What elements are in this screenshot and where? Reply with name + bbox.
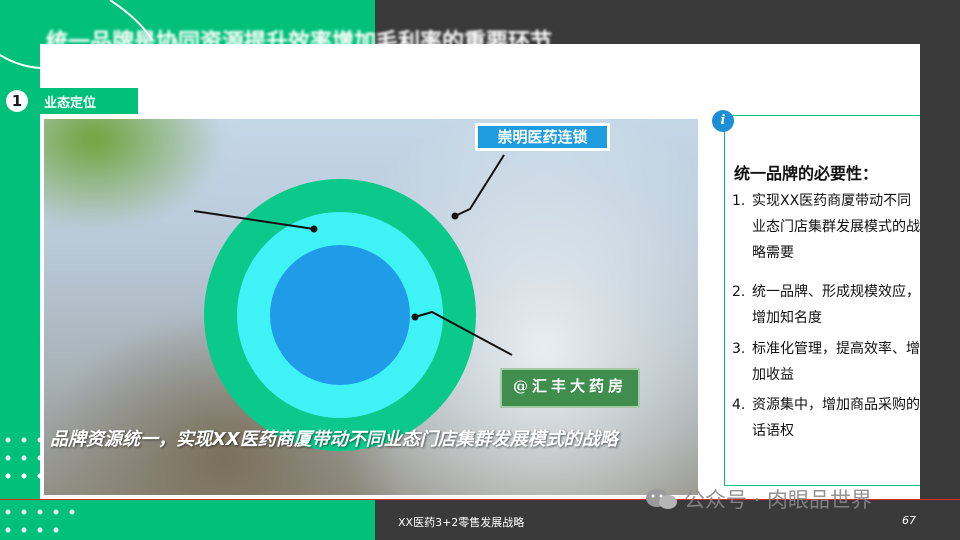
footer-text: XX医药3+2零售发展战略 xyxy=(398,516,525,529)
footer-dots xyxy=(5,509,75,533)
info-item-number: 2. xyxy=(732,284,746,300)
info-item-number: 3. xyxy=(732,341,746,357)
info-icon: i xyxy=(712,110,734,132)
info-list-item: 2. 统一品牌、形成规模效应，增加知名度 xyxy=(732,279,920,331)
info-item-number: 4. xyxy=(732,397,746,413)
info-item-text: 资源集中，增加商品采购的话语权 xyxy=(752,397,920,439)
brand-tag: 崇明医药连锁 xyxy=(475,123,610,151)
info-item-text: 标准化管理，提高效率、增加收益 xyxy=(752,341,920,383)
section-number: 1 xyxy=(6,90,28,112)
page-number: 67 xyxy=(902,514,916,527)
section-label: 业态定位 xyxy=(44,96,97,111)
frame-right-dark xyxy=(920,0,960,500)
info-title: 统一品牌的必要性： xyxy=(734,164,879,183)
pointer-dot-bottom xyxy=(411,313,419,321)
pointer-line-top xyxy=(454,154,505,217)
pointer-dot-left xyxy=(310,225,318,233)
brand-tag-label: 崇明医药连锁 xyxy=(478,126,607,148)
wechat-icon xyxy=(646,489,677,509)
pointer-dot-top xyxy=(451,212,459,220)
watermark-text: 公众号 · 肉眼品世界 xyxy=(684,488,873,512)
inner-circle xyxy=(270,245,410,385)
info-list-item: 1. 实现XX医药商厦带动不同业态门店集群发展模式的战略需要 xyxy=(732,188,920,266)
info-item-text: 实现XX医药商厦带动不同业态门店集群发展模式的战略需要 xyxy=(752,193,920,261)
info-item-number: 1. xyxy=(732,193,746,209)
info-list-item: 3. 标准化管理，提高效率、增加收益 xyxy=(732,336,920,388)
info-item-text: 统一品牌、形成规模效应，增加知名度 xyxy=(752,284,920,326)
info-list-item: 4. 资源集中，增加商品采购的话语权 xyxy=(732,392,920,444)
